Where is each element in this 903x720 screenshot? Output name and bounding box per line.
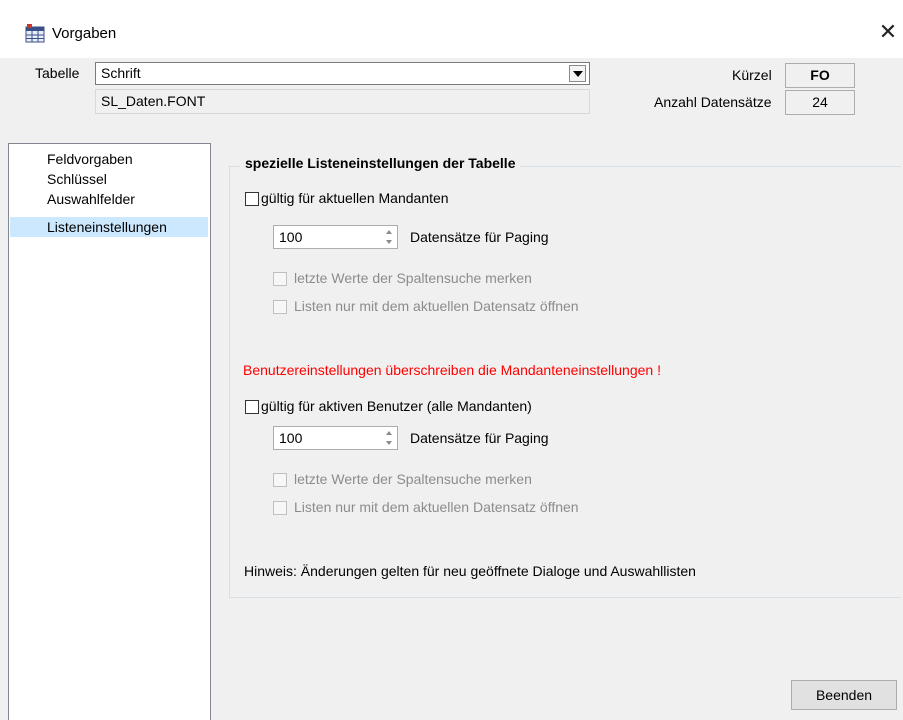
dropdown-button[interactable] xyxy=(569,65,586,82)
tabelle-path-field: SL_Daten.FONT xyxy=(95,89,590,114)
mandant-paging-label: Datensätze für Paging xyxy=(410,229,549,245)
mandant-paging-input[interactable] xyxy=(274,226,382,248)
sidebar-item-schluessel[interactable]: Schlüssel xyxy=(10,169,208,189)
sidebar-item-label: Auswahlfelder xyxy=(47,191,135,207)
anzahl-label: Anzahl Datensätze xyxy=(654,94,772,110)
mandant-checkbox[interactable] xyxy=(245,192,259,206)
chevron-down-icon xyxy=(573,71,583,77)
anzahl-field: 24 xyxy=(785,90,855,115)
anzahl-value: 24 xyxy=(812,94,828,110)
warning-text: Benutzereinstellungen überschreiben die … xyxy=(243,362,661,378)
tabelle-label: Tabelle xyxy=(35,65,80,81)
sidebar: Feldvorgaben Schlüssel Auswahlfelder Lis… xyxy=(8,143,211,720)
mandant-opt1-checkbox[interactable] xyxy=(273,272,287,286)
benutzer-checkbox[interactable] xyxy=(245,400,259,414)
spin-down-icon[interactable] xyxy=(382,438,396,448)
hint-text: Hinweis: Änderungen gelten für neu geöff… xyxy=(244,563,696,579)
mandant-opt2-label: Listen nur mit dem aktuellen Datensatz ö… xyxy=(294,298,579,314)
spin-down-icon[interactable] xyxy=(382,237,396,247)
title-bar: Vorgaben ✕ xyxy=(0,0,903,58)
group-title: spezielle Listeneinstellungen der Tabell… xyxy=(240,155,521,171)
sidebar-item-label: Listeneinstellungen xyxy=(47,219,167,235)
tabelle-path: SL_Daten.FONT xyxy=(101,93,206,109)
benutzer-paging-input[interactable] xyxy=(274,427,382,449)
mandant-opt2-checkbox[interactable] xyxy=(273,300,287,314)
tabelle-value: Schrift xyxy=(101,65,141,81)
benutzer-opt1-checkbox[interactable] xyxy=(273,473,287,487)
beenden-button[interactable]: Beenden xyxy=(791,680,897,710)
sidebar-item-feldvorgaben[interactable]: Feldvorgaben xyxy=(10,149,208,169)
spin-up-icon[interactable] xyxy=(382,227,396,237)
benutzer-paging-label: Datensätze für Paging xyxy=(410,430,549,446)
mandant-checkbox-label: gültig für aktuellen Mandanten xyxy=(261,190,449,206)
benutzer-checkbox-label: gültig für aktiven Benutzer (alle Mandan… xyxy=(261,398,532,414)
benutzer-opt2-label: Listen nur mit dem aktuellen Datensatz ö… xyxy=(294,499,579,515)
tabelle-combobox[interactable]: Schrift xyxy=(95,62,590,85)
sidebar-item-listeneinstellungen[interactable]: Listeneinstellungen xyxy=(10,217,208,237)
sidebar-item-label: Feldvorgaben xyxy=(47,151,133,167)
benutzer-opt1-label: letzte Werte der Spaltensuche merken xyxy=(294,471,532,487)
kuerzel-value: FO xyxy=(810,67,830,83)
mandant-paging-spinner[interactable] xyxy=(273,225,398,249)
grid-app-icon xyxy=(25,24,45,43)
kuerzel-label: Kürzel xyxy=(732,67,772,83)
sidebar-item-auswahlfelder[interactable]: Auswahlfelder xyxy=(10,189,208,209)
kuerzel-field: FO xyxy=(785,63,855,88)
benutzer-opt2-checkbox[interactable] xyxy=(273,501,287,515)
close-icon[interactable]: ✕ xyxy=(876,20,900,44)
mandant-opt1-label: letzte Werte der Spaltensuche merken xyxy=(294,270,532,286)
benutzer-paging-spinner[interactable] xyxy=(273,426,398,450)
spin-up-icon[interactable] xyxy=(382,428,396,438)
sidebar-item-label: Schlüssel xyxy=(47,171,107,187)
window-title: Vorgaben xyxy=(52,25,117,42)
